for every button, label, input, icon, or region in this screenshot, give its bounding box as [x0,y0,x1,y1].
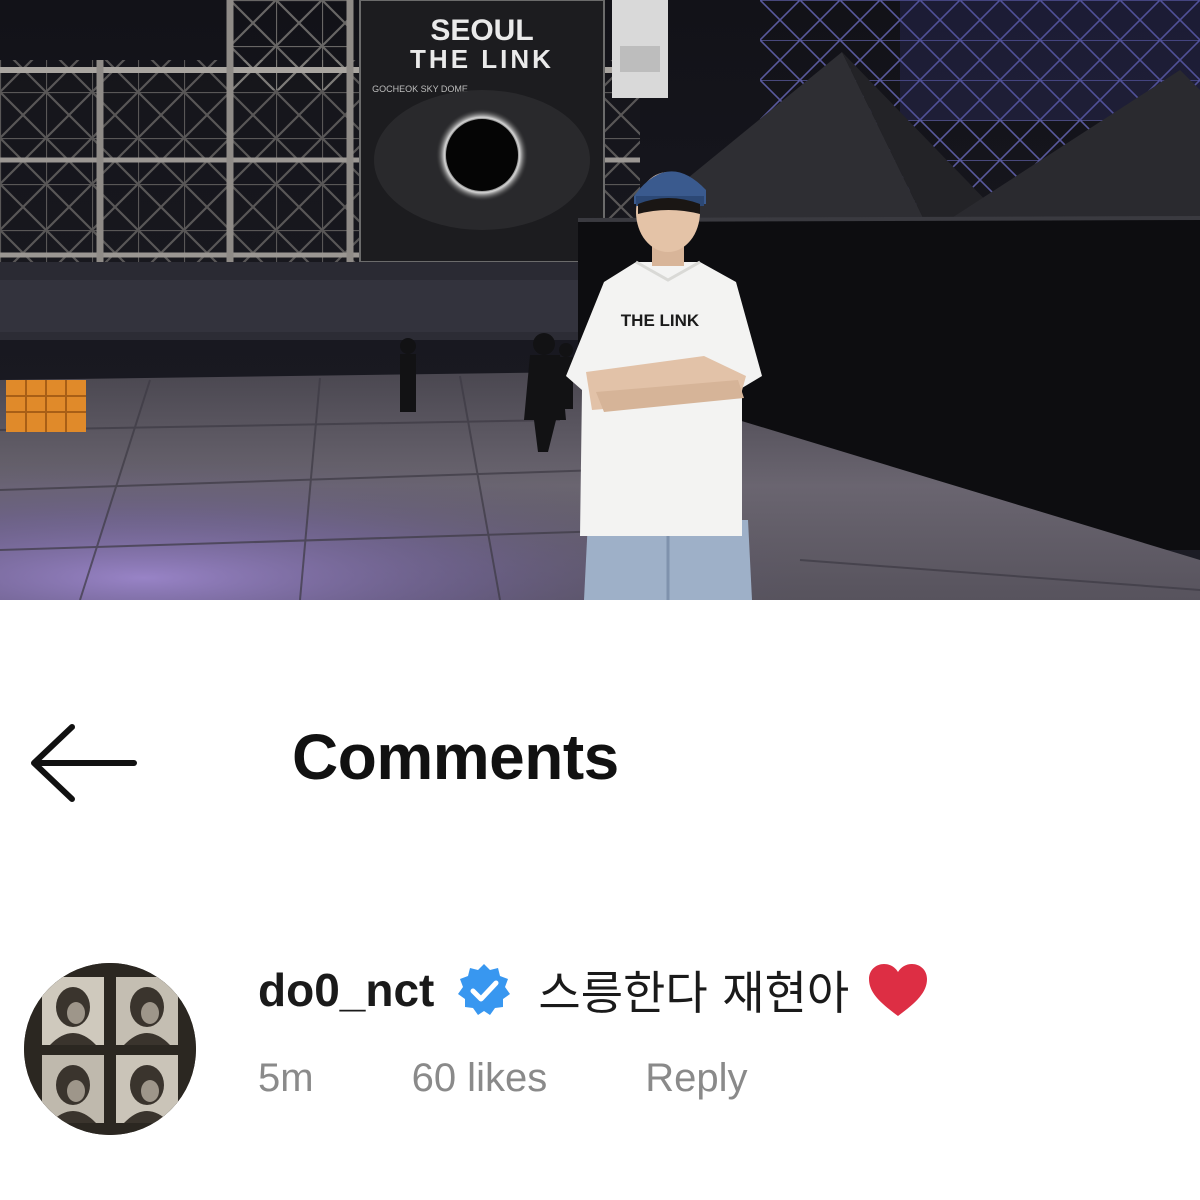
comments-screen: SEOUL THE LINK GOCHEOK SKY DOME THE LINK… [0,0,1200,1200]
comment-meta: 5m 60 likes Reply [258,1053,747,1103]
shirt-print-text: THE LINK [621,311,700,330]
comment-timestamp: 5m [258,1055,314,1100]
comment-body: do0_nct 스릉한다 재현아 [258,955,929,1025]
verified-badge-icon [456,962,512,1018]
comment-item: do0_nct 스릉한다 재현아 5m 60 likes Reply [0,935,1200,1135]
comment-username[interactable]: do0_nct [258,963,434,1017]
comments-header: Comments [0,700,1200,810]
post-photo-illustration: SEOUL THE LINK GOCHEOK SKY DOME THE LINK [0,0,1200,600]
avatar-image [24,963,196,1135]
back-button[interactable] [22,720,140,806]
banner-text-line1: SEOUL [430,14,533,47]
avatar[interactable] [24,963,196,1135]
comment-text: 스릉한다 재현아 [538,966,850,1020]
post-photo[interactable]: SEOUL THE LINK GOCHEOK SKY DOME THE LINK [0,0,1200,600]
arrow-left-icon [31,724,137,802]
reply-button[interactable]: Reply [645,1056,747,1101]
comment-likes-count[interactable]: 60 likes [412,1056,548,1101]
banner-text-line2: THE LINK [410,44,554,74]
page-title: Comments [292,721,619,793]
red-heart-icon [867,962,929,1018]
